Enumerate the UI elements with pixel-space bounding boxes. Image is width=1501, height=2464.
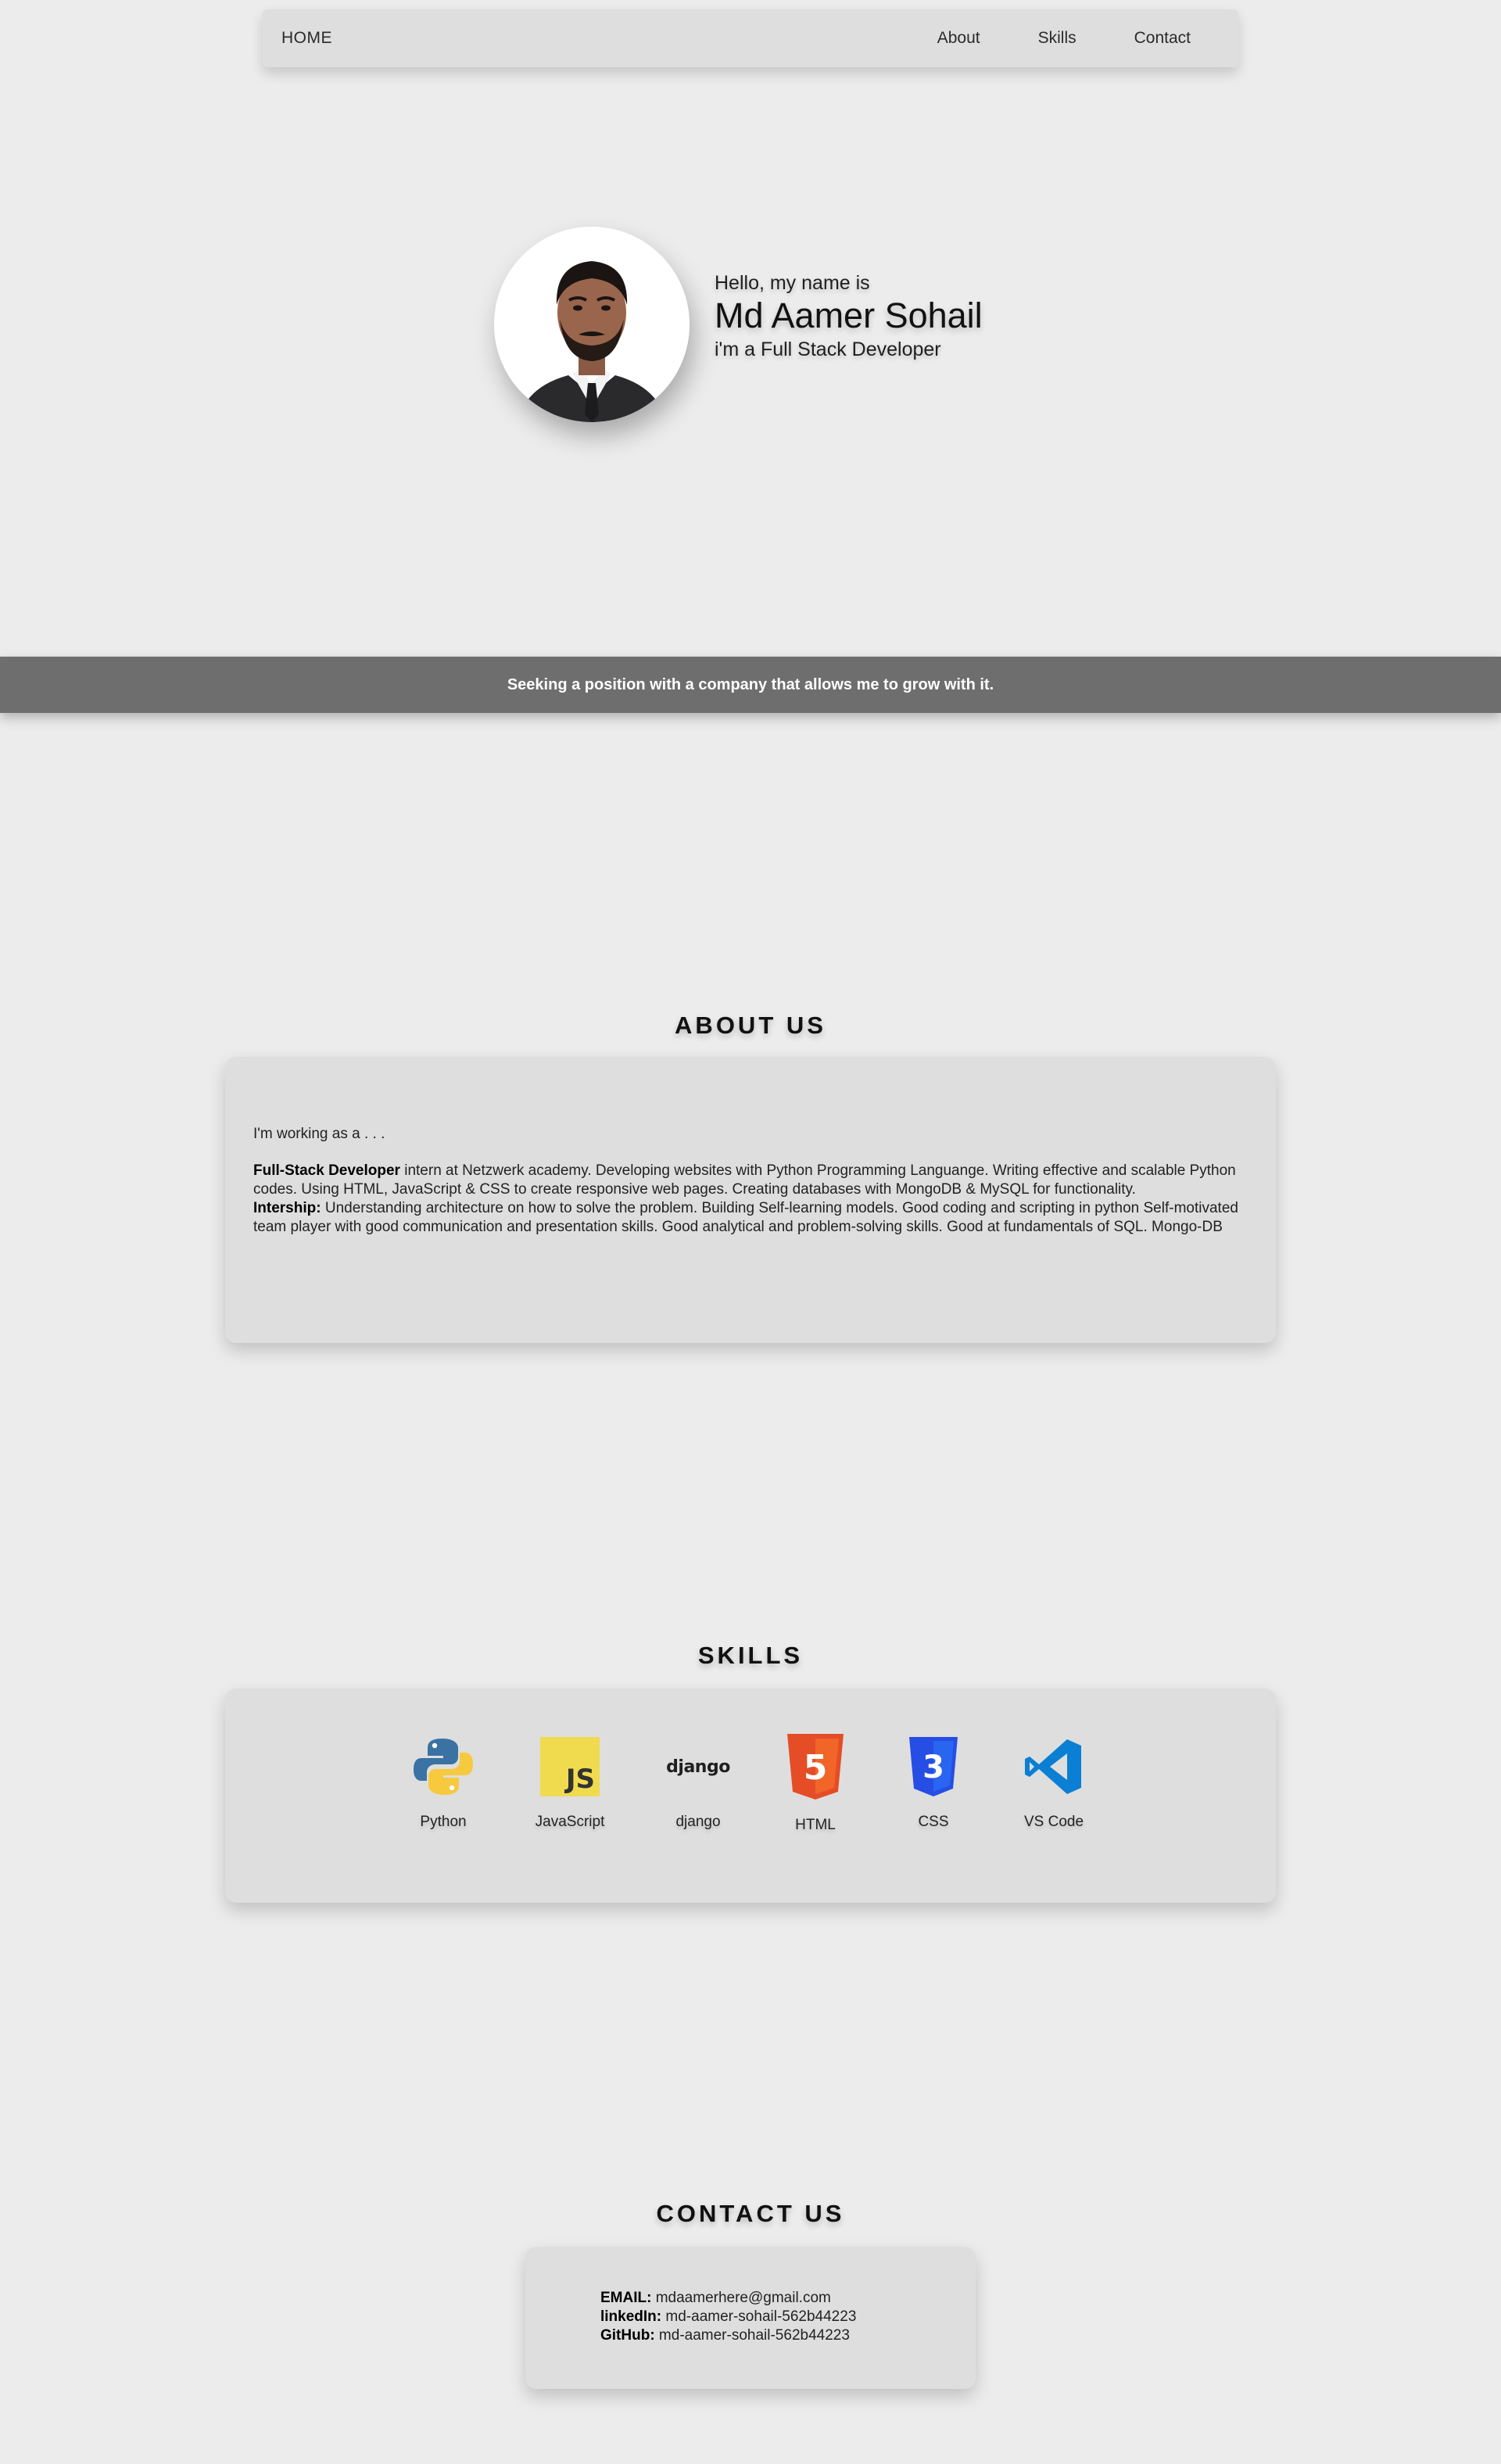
- hero-section: Hello, my name is Md Aamer Sohail i'm a …: [494, 227, 983, 422]
- contact-card: EMAIL: mdaamerhere@gmail.com linkedIn: m…: [525, 2247, 976, 2389]
- github-value[interactable]: md-aamer-sohail-562b44223: [655, 2327, 850, 2344]
- linkedin-label: linkedIn:: [600, 2308, 662, 2325]
- about-body: Full-Stack Developer intern at Netzwerk …: [253, 1162, 1248, 1237]
- portfolio-page: HOME About Skills Contact Hello, my name…: [0, 0, 1501, 2464]
- about-card: I'm working as a . . . Full-Stack Develo…: [225, 1057, 1276, 1343]
- django-icon: django: [666, 1757, 730, 1777]
- contact-linkedin: linkedIn: md-aamer-sohail-562b44223: [600, 2308, 976, 2326]
- internship-text: Understanding architecture on how to sol…: [253, 1200, 1238, 1235]
- vscode-icon: [1021, 1734, 1087, 1800]
- nav-link-about[interactable]: About: [937, 29, 980, 48]
- skill-label-django: django: [675, 1814, 721, 1830]
- nav-link-contact[interactable]: Contact: [1134, 29, 1191, 48]
- svg-text:5: 5: [804, 1748, 828, 1788]
- profile-avatar: [494, 227, 690, 422]
- hero-text: Hello, my name is Md Aamer Sohail i'm a …: [715, 272, 983, 361]
- css3-icon: 3: [901, 1734, 966, 1800]
- svg-text:3: 3: [922, 1750, 944, 1785]
- hero-greeting: Hello, my name is: [715, 272, 870, 295]
- objective-banner: Seeking a position with a company that a…: [0, 657, 1501, 713]
- fullstack-text: intern at Netzwerk academy. Developing w…: [253, 1162, 1236, 1198]
- internship-label: Intership:: [253, 1200, 321, 1216]
- skill-vscode: VS Code: [999, 1734, 1109, 1831]
- profile-photo-icon: [494, 227, 690, 422]
- javascript-icon: JS: [537, 1734, 603, 1800]
- skill-label-css: CSS: [918, 1814, 949, 1830]
- email-label: EMAIL:: [600, 2290, 652, 2306]
- github-label: GitHub:: [600, 2327, 655, 2344]
- nav-links: About Skills Contact: [937, 29, 1191, 48]
- skill-label-javascript: JavaScript: [535, 1814, 605, 1830]
- nav-home-link[interactable]: HOME: [281, 29, 332, 48]
- skill-css: 3 CSS: [879, 1734, 988, 1831]
- email-value[interactable]: mdaamerhere@gmail.com: [651, 2290, 831, 2306]
- html5-icon: 5: [783, 1734, 848, 1800]
- skill-html: 5 HTML: [761, 1734, 870, 1834]
- about-title: ABOUT US: [675, 1012, 826, 1039]
- skill-label-python: Python: [420, 1814, 467, 1830]
- navbar: HOME About Skills Contact: [263, 9, 1238, 67]
- hero-name: Md Aamer Sohail: [715, 295, 983, 336]
- skill-label-html: HTML: [795, 1817, 836, 1833]
- contact-email: EMAIL: mdaamerhere@gmail.com: [600, 2289, 976, 2308]
- skill-django: django django: [643, 1734, 753, 1831]
- skill-label-vscode: VS Code: [1023, 1814, 1084, 1830]
- skills-title: SKILLS: [697, 1642, 804, 1669]
- fullstack-label: Full-Stack Developer: [253, 1162, 400, 1179]
- linkedin-value[interactable]: md-aamer-sohail-562b44223: [661, 2308, 856, 2325]
- skill-javascript: JS JavaScript: [515, 1734, 625, 1831]
- contact-title: CONTACT US: [656, 2200, 845, 2227]
- python-icon: [410, 1734, 476, 1800]
- hero-role: i'm a Full Stack Developer: [715, 338, 941, 360]
- contact-github: GitHub: md-aamer-sohail-562b44223: [600, 2326, 976, 2345]
- skills-card: Python JS JavaScript django django 5 HTM…: [225, 1689, 1276, 1903]
- objective-text: Seeking a position with a company that a…: [507, 675, 994, 693]
- about-intro: I'm working as a . . .: [253, 1126, 385, 1142]
- nav-link-skills[interactable]: Skills: [1038, 29, 1076, 48]
- skill-python: Python: [389, 1734, 498, 1831]
